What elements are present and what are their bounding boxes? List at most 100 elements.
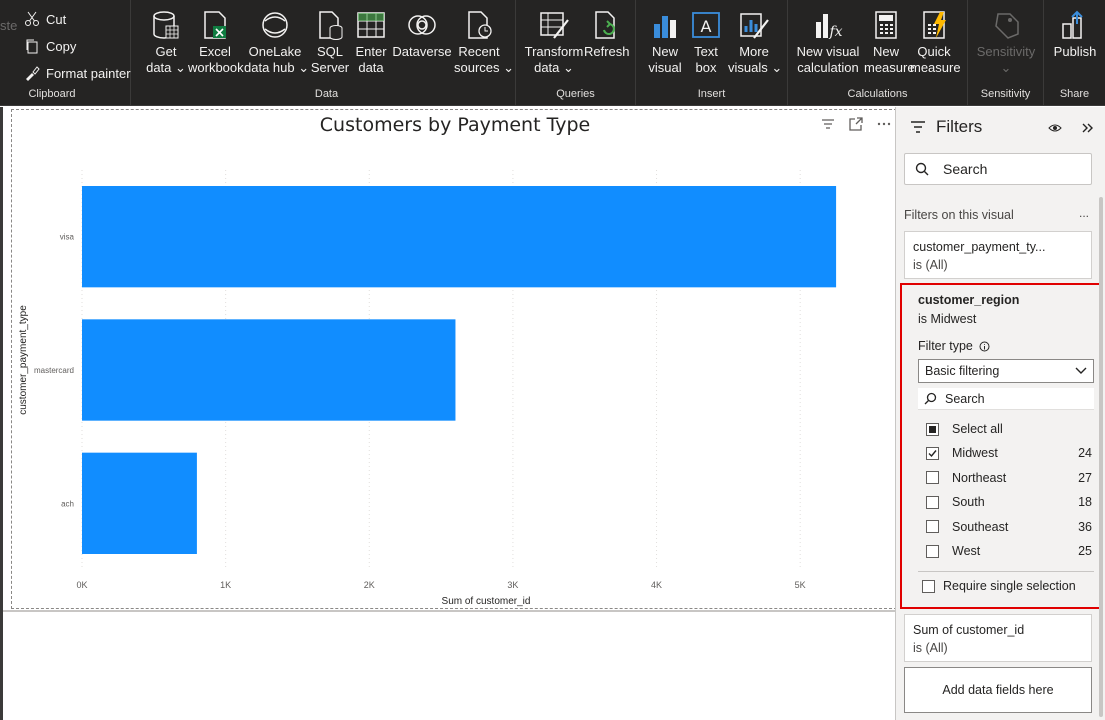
cut-label: Cut [46, 11, 67, 27]
checkbox[interactable] [922, 579, 935, 593]
section-more-button[interactable]: ... [1079, 206, 1089, 220]
info-icon[interactable] [979, 341, 990, 352]
collapse-pane-icon[interactable] [1080, 121, 1094, 135]
report-canvas[interactable]: Customers by Payment Type 0K 1K 2K 3K 4K 5K vi… [0, 107, 897, 720]
require-single-selection[interactable]: Require single selection [922, 579, 1076, 593]
onelake-label-1: OneLake [248, 44, 302, 59]
publish-label: Publish [1053, 44, 1097, 59]
get-data-button[interactable]: Get data ⌄ [146, 10, 186, 76]
require-single-label: Require single selection [943, 579, 1076, 593]
database-icon [153, 11, 179, 39]
paintbrush-icon [26, 66, 40, 81]
bar-visa[interactable] [82, 186, 837, 288]
search-icon [924, 392, 937, 405]
text-box-button[interactable]: A Text box [688, 10, 724, 76]
filter-type-label: Filter type [918, 339, 990, 353]
quick-measure-label-2: measure [910, 60, 961, 75]
filters-search-input[interactable]: Search [904, 153, 1092, 185]
filter-card-region[interactable]: customer_region is Midwest Filter type B… [906, 285, 1097, 607]
x-axis-label: Sum of customer_id [442, 596, 531, 607]
more-visuals-label-2: visuals ⌄ [728, 60, 783, 75]
region-option[interactable]: Southeast 36 [926, 520, 1092, 534]
bar-mastercard[interactable] [82, 319, 456, 421]
filter-card-payment-type[interactable]: customer_payment_ty... is (All) [904, 231, 1092, 279]
filter-type-value: Basic filtering [925, 364, 1000, 378]
recent-sources-button[interactable]: Recent sources ⌄ [454, 10, 514, 76]
bar-ach[interactable] [82, 452, 197, 554]
refresh-button[interactable]: Refresh [584, 10, 630, 60]
text-box-label-2: box [695, 60, 717, 75]
get-data-label-2: data ⌄ [146, 60, 186, 75]
checkbox[interactable] [926, 471, 939, 484]
transform-data-label-1: Transform [524, 44, 584, 59]
dataverse-button[interactable]: Dataverse [392, 10, 452, 60]
filter-type-dropdown[interactable]: Basic filtering [918, 359, 1094, 383]
region-option[interactable]: Midwest 24 [926, 446, 1092, 460]
calculator-icon [875, 11, 897, 39]
checkbox[interactable] [926, 520, 939, 533]
filter-card-sum-customer-id[interactable]: Sum of customer_id is (All) [904, 614, 1092, 662]
transform-data-icon [540, 12, 569, 39]
region-search-input[interactable]: Search [918, 388, 1094, 410]
data-group: Get data ⌄ Excel workbook OneLake data h… [138, 0, 516, 106]
option-count: 24 [1078, 446, 1092, 460]
publish-button[interactable]: Publish [1050, 10, 1100, 60]
new-visual-button[interactable]: New visual [644, 10, 686, 76]
region-option[interactable]: Northeast 27 [926, 471, 1092, 485]
filter-state: is (All) [913, 641, 948, 655]
chart-plot: 0K 1K 2K 3K 4K 5K visa mastercard ach Sum of cus… [18, 170, 837, 607]
dataverse-label: Dataverse [392, 44, 452, 59]
checkbox[interactable] [926, 544, 939, 558]
filters-pane: Filters Search Filters on this visual ..… [895, 107, 1105, 720]
excel-label-1: Excel [199, 44, 231, 59]
region-option[interactable]: South 18 [926, 495, 1092, 509]
quick-measure-button[interactable]: Quick measure [910, 10, 961, 76]
x-tick-label: 1K [220, 580, 231, 590]
svg-text:fx: fx [828, 24, 842, 40]
checkbox[interactable] [926, 495, 939, 509]
canvas-divider [3, 610, 895, 612]
data-group-label: Data [314, 88, 339, 100]
x-tick-label: 2K [364, 580, 375, 590]
y-tick-label: mastercard [34, 366, 74, 375]
filters-search-placeholder: Search [943, 161, 988, 177]
eye-icon[interactable] [1048, 121, 1062, 135]
more-visuals-button[interactable]: More visuals ⌄ [728, 10, 783, 76]
chevron-down-icon [1075, 367, 1087, 374]
onelake-button[interactable]: OneLake data hub ⌄ [244, 10, 309, 76]
bar-chart-visual[interactable]: Customers by Payment Type 0K 1K 2K 3K 4K 5K vi… [11, 109, 897, 609]
more-visuals-label-1: More [739, 44, 769, 59]
text-box-label-1: Text [694, 44, 718, 59]
ribbon: ste Cut Copy Format painter Clipboard Ge… [0, 0, 1105, 106]
filter-state: is (All) [913, 258, 948, 272]
transform-data-button[interactable]: Transform data ⌄ [524, 10, 584, 76]
clipboard-group: ste Cut Copy Format painter Clipboard [0, 0, 131, 106]
filter-field-name: customer_payment_ty... [913, 240, 1046, 254]
y-tick-label: visa [60, 233, 75, 242]
sensitivity-button[interactable]: Sensitivity ⌄ [972, 10, 1040, 76]
enter-data-button[interactable]: Enter data [352, 10, 390, 76]
pane-scrollbar[interactable] [1099, 197, 1103, 717]
new-visual-calc-label-1: New visual [796, 44, 860, 59]
quick-measure-label-1: Quick [917, 44, 951, 59]
region-option[interactable]: West 25 [926, 544, 1092, 558]
add-data-fields-drop-zone[interactable]: Add data fields here [904, 667, 1092, 713]
sql-server-button[interactable]: SQL Server [310, 10, 350, 76]
cut-button[interactable]: Cut [24, 11, 66, 27]
new-measure-button[interactable]: New measure [864, 10, 915, 76]
select-all-option[interactable]: Select all [926, 422, 1092, 436]
new-visual-label-2: visual [648, 60, 682, 75]
checkbox[interactable] [926, 446, 939, 460]
filters-header: Filters [910, 117, 982, 137]
filters-on-visual-label: Filters on this visual [904, 208, 1014, 222]
calculations-group: fx New visual calculation New measure Qu… [788, 0, 968, 106]
format-painter-button[interactable]: Format painter [24, 65, 131, 81]
checkbox[interactable] [926, 422, 939, 436]
paste-button[interactable]: ste [0, 18, 17, 33]
share-group-label: Share [1059, 88, 1090, 100]
excel-workbook-button[interactable]: Excel workbook [188, 10, 244, 76]
svg-text:A: A [701, 17, 712, 36]
option-count: 25 [1078, 544, 1092, 558]
copy-button[interactable]: Copy [24, 38, 76, 54]
new-visual-calculation-button[interactable]: fx New visual calculation [796, 10, 860, 76]
